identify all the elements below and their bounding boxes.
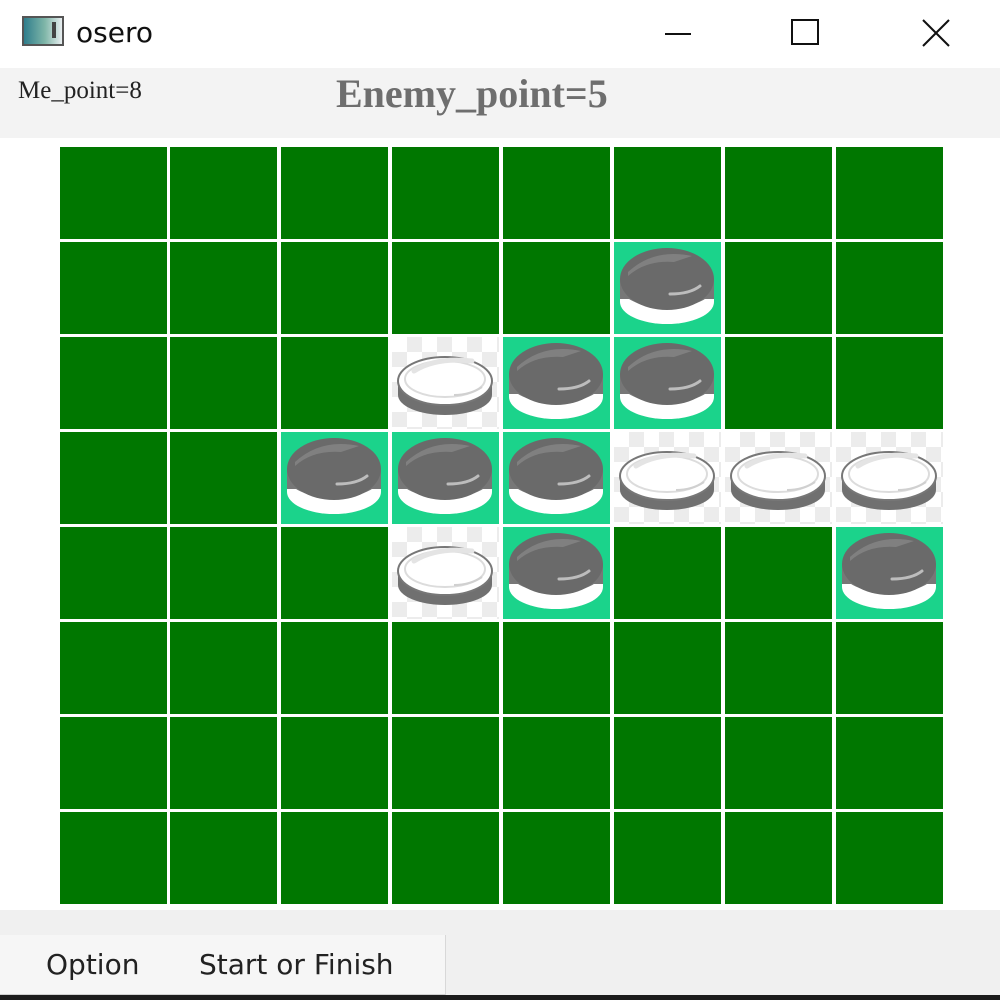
window-bottom-edge [0,995,1000,1000]
board-cell[interactable] [60,717,167,809]
white-disc-icon [397,356,493,415]
white-disc-icon [841,451,937,510]
minimize-icon [665,33,691,35]
board-cell[interactable] [392,622,499,714]
board-cell[interactable] [60,147,167,239]
black-disc-icon [620,248,714,324]
board-cell[interactable] [392,717,499,809]
board-cell[interactable] [170,622,277,714]
app-icon [22,16,64,46]
board-cell[interactable] [836,622,943,714]
board-cell[interactable] [281,717,388,809]
board-cell[interactable] [281,432,388,524]
board-cell[interactable] [60,242,167,334]
board-cell[interactable] [170,527,277,619]
board-cell[interactable] [170,812,277,904]
board-cell[interactable] [392,147,499,239]
board-cell[interactable] [503,242,610,334]
board-cell[interactable] [170,147,277,239]
board-cell[interactable] [836,527,943,619]
board-cell[interactable] [503,527,610,619]
board-cell[interactable] [725,622,832,714]
maximize-button[interactable] [775,8,835,58]
black-disc-icon [287,438,381,514]
board-cell[interactable] [281,622,388,714]
minimize-button[interactable] [648,8,708,58]
board-cell[interactable] [614,622,721,714]
board-cell[interactable] [281,812,388,904]
board-cell[interactable] [392,527,499,619]
black-disc-icon [398,438,492,514]
board-cell[interactable] [60,337,167,429]
board-cell[interactable] [614,717,721,809]
white-disc-icon [730,451,826,510]
board-cell[interactable] [503,147,610,239]
board-cell[interactable] [60,812,167,904]
board-cell[interactable] [60,622,167,714]
board-cell[interactable] [614,147,721,239]
board-cell[interactable] [60,527,167,619]
board-cell[interactable] [503,622,610,714]
board-cell[interactable] [725,432,832,524]
board-cell[interactable] [836,432,943,524]
board-cell[interactable] [725,242,832,334]
black-disc-icon [509,438,603,514]
enemy-score-label: Enemy_point=5 [336,71,608,116]
board-cell[interactable] [836,717,943,809]
white-disc-icon [397,546,493,605]
board-cell[interactable] [281,242,388,334]
board-cell[interactable] [281,527,388,619]
board-cell[interactable] [836,812,943,904]
board-cell[interactable] [392,432,499,524]
board-cell[interactable] [170,337,277,429]
board-cell[interactable] [614,527,721,619]
start-finish-button[interactable]: Start or Finish [199,948,394,981]
board-cell[interactable] [503,717,610,809]
board-cell[interactable] [503,432,610,524]
board-cell[interactable] [170,717,277,809]
black-disc-icon [509,533,603,609]
board-cell[interactable] [725,527,832,619]
board-cell[interactable] [503,812,610,904]
white-disc-icon [619,451,715,510]
board-cell[interactable] [281,147,388,239]
board-cell[interactable] [614,812,721,904]
close-button[interactable] [906,8,966,58]
maximize-icon [791,19,819,45]
board-cell[interactable] [503,337,610,429]
board-cell[interactable] [392,337,499,429]
board-cell[interactable] [60,432,167,524]
board-cell[interactable] [725,812,832,904]
board-cell[interactable] [836,337,943,429]
option-button[interactable]: Option [46,948,139,981]
board-cell[interactable] [614,337,721,429]
board-cell[interactable] [725,717,832,809]
black-disc-icon [509,343,603,419]
close-icon [922,19,950,47]
window-title: osero [76,16,153,49]
board-cell[interactable] [392,812,499,904]
black-disc-icon [620,343,714,419]
board-cell[interactable] [725,337,832,429]
board-cell[interactable] [281,337,388,429]
board-cell[interactable] [725,147,832,239]
board-cell[interactable] [170,432,277,524]
board-cell[interactable] [392,242,499,334]
me-score-label: Me_point=8 [18,77,142,104]
board-cell[interactable] [836,242,943,334]
title-bar: osero [0,0,1000,68]
game-board [58,145,946,908]
black-disc-icon [842,533,936,609]
board-cell[interactable] [170,242,277,334]
board-cell[interactable] [614,432,721,524]
board-cell[interactable] [836,147,943,239]
board-cell[interactable] [614,242,721,334]
